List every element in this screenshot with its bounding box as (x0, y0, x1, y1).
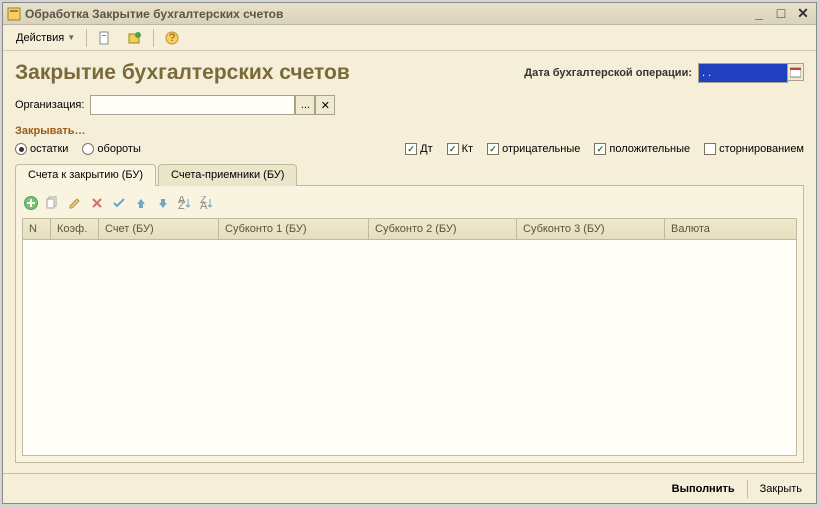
svg-text:Z: Z (178, 200, 185, 210)
help-icon: ? (165, 31, 179, 45)
chevron-down-icon: ▼ (67, 33, 75, 42)
copy-row-button[interactable] (44, 194, 62, 212)
arrow-down-icon (156, 196, 170, 210)
separator (747, 480, 748, 498)
options-row: остатки обороты Дт Кт отрицательные по (15, 143, 804, 155)
content-area: Закрытие бухгалтерских счетов Дата бухга… (3, 51, 816, 473)
checkbox-icon (405, 143, 417, 155)
radio-icon (82, 143, 94, 155)
accounts-grid[interactable]: N Коэф. Счет (БУ) Субконто 1 (БУ) Субкон… (22, 218, 797, 456)
col-subconto3[interactable]: Субконто 3 (БУ) (517, 219, 665, 239)
actions-menu-button[interactable]: Действия ▼ (9, 28, 82, 48)
org-label: Организация: (15, 99, 84, 111)
move-down-button[interactable] (154, 194, 172, 212)
tab-bar: Счета к закрытию (БУ) Счета-приемники (Б… (15, 163, 804, 186)
sort-asc-button[interactable]: AZ (176, 194, 194, 212)
section-label: Закрывать… (15, 125, 804, 137)
finish-edit-button[interactable] (110, 194, 128, 212)
delete-icon (90, 196, 104, 210)
separator (86, 29, 87, 47)
app-icon (7, 7, 21, 21)
date-input[interactable]: . . (698, 63, 788, 83)
org-select-button[interactable]: ... (295, 95, 315, 115)
close-window-button[interactable]: ✕ (794, 6, 812, 22)
tab-accounts-to-close[interactable]: Счета к закрытию (БУ) (15, 164, 156, 186)
checkbox-icon (447, 143, 459, 155)
toolbar-icon-2[interactable] (121, 28, 149, 48)
copy-icon (46, 196, 60, 210)
date-label: Дата бухгалтерской операции: (524, 67, 692, 79)
execute-button[interactable]: Выполнить (668, 481, 739, 497)
arrow-up-icon (134, 196, 148, 210)
calendar-button[interactable] (788, 63, 804, 81)
radio-turnover[interactable]: обороты (82, 143, 140, 155)
refresh-icon (128, 31, 142, 45)
sort-desc-icon: ZA (200, 196, 214, 210)
add-row-button[interactable] (22, 194, 40, 212)
edit-row-button[interactable] (66, 194, 84, 212)
checkbox-icon (704, 143, 716, 155)
sort-asc-icon: AZ (178, 196, 192, 210)
org-clear-button[interactable]: ✕ (315, 95, 335, 115)
pencil-icon (68, 196, 82, 210)
tab-receiver-accounts[interactable]: Счета-приемники (БУ) (158, 164, 297, 186)
checkbox-negative[interactable]: отрицательные (487, 143, 580, 155)
checkbox-icon (487, 143, 499, 155)
radio-icon (15, 143, 27, 155)
checkbox-kt[interactable]: Кт (447, 143, 473, 155)
checkbox-storno[interactable]: сторнированием (704, 143, 804, 155)
page-title: Закрытие бухгалтерских счетов (15, 61, 350, 85)
toolbar-icon-1[interactable] (91, 28, 119, 48)
document-icon (98, 31, 112, 45)
grid-toolbar: AZ ZA (22, 192, 797, 218)
plus-circle-icon (24, 196, 39, 211)
col-n[interactable]: N (23, 219, 51, 239)
calendar-icon (790, 67, 801, 78)
col-subconto1[interactable]: Субконто 1 (БУ) (219, 219, 369, 239)
checkbox-icon (594, 143, 606, 155)
close-button[interactable]: Закрыть (756, 481, 806, 497)
delete-row-button[interactable] (88, 194, 106, 212)
tab-content: AZ ZA N Коэф. Счет (БУ) Субконто 1 (БУ) … (15, 186, 804, 463)
org-input[interactable] (90, 95, 295, 115)
titlebar: Обработка Закрытие бухгалтерских счетов … (3, 3, 816, 25)
grid-header: N Коэф. Счет (БУ) Субконто 1 (БУ) Субкон… (23, 219, 796, 240)
col-subconto2[interactable]: Субконто 2 (БУ) (369, 219, 517, 239)
main-window: Обработка Закрытие бухгалтерских счетов … (2, 2, 817, 504)
toolbar: Действия ▼ ? (3, 25, 816, 51)
help-button[interactable]: ? (158, 28, 186, 48)
col-account[interactable]: Счет (БУ) (99, 219, 219, 239)
titlebar-text: Обработка Закрытие бухгалтерских счетов (25, 7, 750, 21)
maximize-button[interactable]: □ (772, 6, 790, 22)
checkbox-positive[interactable]: положительные (594, 143, 690, 155)
svg-text:?: ? (169, 32, 175, 44)
minimize-button[interactable]: _ (750, 6, 768, 22)
svg-text:A: A (200, 200, 208, 210)
footer-bar: Выполнить Закрыть (3, 473, 816, 503)
col-currency[interactable]: Валюта (665, 219, 796, 239)
col-coef[interactable]: Коэф. (51, 219, 99, 239)
move-up-button[interactable] (132, 194, 150, 212)
radio-balances[interactable]: остатки (15, 143, 68, 155)
checkmark-icon (112, 196, 126, 210)
checkbox-dt[interactable]: Дт (405, 143, 433, 155)
separator (153, 29, 154, 47)
sort-desc-button[interactable]: ZA (198, 194, 216, 212)
actions-label: Действия (16, 32, 64, 44)
